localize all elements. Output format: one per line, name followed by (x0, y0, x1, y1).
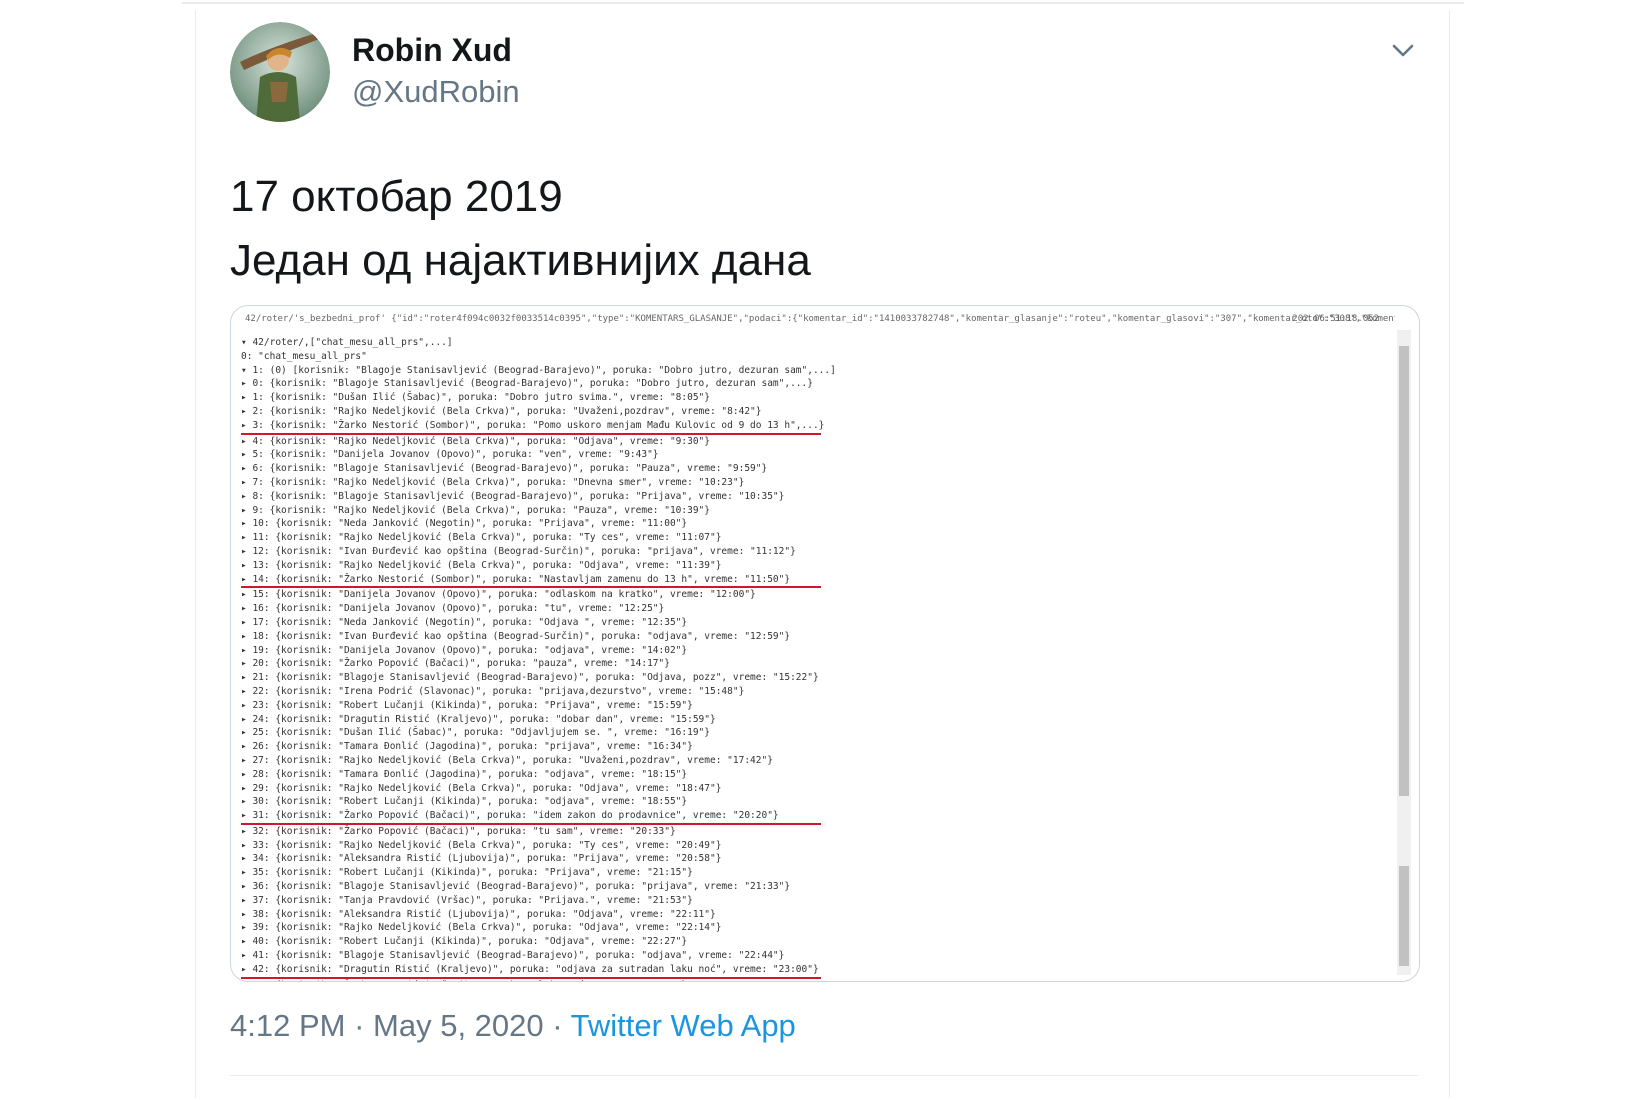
console-line: ▾ 1: (0) [korisnik: "Blagoje Stanisavlje… (241, 364, 836, 376)
console-line: ▸ 34: {korisnik: "Aleksandra Ristić (Lju… (241, 853, 722, 865)
console-line-highlighted: ▸ 31: {korisnik: "Žarko Popović (Bačaci)… (241, 809, 821, 825)
scrollbar-thumb[interactable] (1399, 346, 1409, 796)
console-line: ▸ 11: {korisnik: "Rajko Nedeljković (Bel… (241, 532, 722, 544)
console-line: ▸ 20: {korisnik: "Žarko Popović (Bačaci)… (241, 658, 670, 670)
tweet-time[interactable]: 4:12 PM (230, 1008, 345, 1043)
meta-separator-2: · (552, 1008, 563, 1043)
console-line: ▸ 22: {korisnik: "Irena Podrić (Slavonac… (241, 685, 745, 697)
console-line: ▸ 7: {korisnik: "Rajko Nedeljković (Bela… (241, 476, 745, 488)
tweet-text-line-1: 17 октобар 2019 (230, 172, 563, 221)
console-line: ▸ 23: {korisnik: "Robert Lučanji (Kikind… (241, 699, 693, 711)
console-line-highlighted: ▸ 14: {korisnik: "Žarko Nestorić (Sombor… (241, 573, 821, 589)
console-line: ▸ 17: {korisnik: "Neda Janković (Negotin… (241, 616, 688, 628)
console-top-bar: 42/roter/'s_bezbedni_prof' {"id":"roter4… (245, 314, 1395, 324)
console-line: ▸ 6: {korisnik: "Blagoje Stanisavljević … (241, 463, 768, 475)
console-line: ▸ 24: {korisnik: "Dragutin Ristić (Kralj… (241, 713, 716, 725)
console-line: ▸ 26: {korisnik: "Tamara Đonlić (Jagodin… (241, 741, 693, 753)
console-line: ▸ 41: {korisnik: "Blagoje Stanisavljević… (241, 950, 785, 962)
console-line: ▸ 12: {korisnik: "Ivan Đurđević kao opšt… (241, 545, 796, 557)
console-line: ▸ 18: {korisnik: "Ivan Đurđević kao opšt… (241, 630, 791, 642)
console-line: 0: "chat_mesu_all_prs" (241, 350, 367, 362)
bottom-divider (230, 1075, 1418, 1076)
tweet-source-link[interactable]: Twitter Web App (571, 1008, 796, 1043)
console-line: ▸ 39: {korisnik: "Rajko Nedeljković (Bel… (241, 922, 722, 934)
scrollbar-thumb-lower (1399, 866, 1409, 966)
console-log: ▾ 42/roter/,["chat_mesu_all_prs",...] 0:… (241, 336, 1391, 981)
console-line: ▸ 10: {korisnik: "Neda Janković (Negotin… (241, 518, 688, 530)
tweet-text-line-2: Један од најактивнијих дана (230, 236, 811, 285)
tweet-text: 17 октобар 2019 Један од најактивнијих д… (230, 165, 811, 293)
console-line: ▸ 37: {korisnik: "Tanja Pravdović (Vršac… (241, 894, 693, 906)
console-line: ▸ 38: {korisnik: "Aleksandra Ristić (Lju… (241, 908, 716, 920)
avatar-image (230, 22, 330, 122)
author-name[interactable]: Robin Xud (352, 32, 512, 69)
console-line: ▸ 33: {korisnik: "Rajko Nedeljković (Bel… (241, 839, 722, 851)
console-line-highlighted: ▸ 3: {korisnik: "Žarko Nestorić (Sombor)… (241, 419, 824, 435)
console-line: ▸ 0: {korisnik: "Blagoje Stanisavljević … (241, 378, 813, 390)
chevron-down-icon[interactable] (1387, 34, 1419, 66)
console-line: ▸ 9: {korisnik: "Rajko Nedeljković (Bela… (241, 504, 710, 516)
console-line: ▸ 32: {korisnik: "Žarko Popović (Bačaci)… (241, 825, 676, 837)
console-line: ▸ 40: {korisnik: "Robert Lučanji (Kikind… (241, 936, 688, 948)
console-line-highlighted: ▸ 42: {korisnik: "Dragutin Ristić (Kralj… (241, 963, 821, 979)
console-line: ▸ 21: {korisnik: "Blagoje Stanisavljević… (241, 672, 819, 684)
console-line: ▾ 42/roter/,["chat_mesu_all_prs",...] (241, 337, 453, 348)
top-divider (182, 2, 1464, 4)
console-line: ▸ 8: {korisnik: "Blagoje Stanisavljević … (241, 490, 785, 502)
console-line: ▸ 1: {korisnik: "Dušan Ilić (Šabac)", po… (241, 392, 710, 404)
meta-separator: · (354, 1008, 365, 1043)
console-line: ▸ 25: {korisnik: "Dušan Ilić (Šabac)", p… (241, 727, 710, 739)
console-line: ▸ 29: {korisnik: "Rajko Nedeljković (Bel… (241, 782, 722, 794)
console-line: ▸ 35: {korisnik: "Robert Lučanji (Kikind… (241, 867, 693, 879)
author-handle[interactable]: @XudRobin (352, 74, 520, 110)
console-line: ▸ 5: {korisnik: "Danijela Jovanov (Opovo… (241, 449, 659, 461)
author-avatar[interactable] (230, 22, 330, 122)
console-line: ▸ 2: {korisnik: "Rajko Nedeljković (Bela… (241, 405, 762, 417)
console-timestamp: 202 06:51:18.052 (1292, 314, 1379, 324)
console-line: ▸ 4: {korisnik: "Rajko Nedeljković (Bela… (241, 435, 710, 447)
console-line: ▸ 27: {korisnik: "Rajko Nedeljković (Bel… (241, 754, 773, 766)
tweet-media-screenshot[interactable]: 42/roter/'s_bezbedni_prof' {"id":"roter4… (230, 305, 1420, 982)
console-line: ▸ 15: {korisnik: "Danijela Jovanov (Opov… (241, 589, 756, 601)
console-line: ▸ 16: {korisnik: "Danijela Jovanov (Opov… (241, 603, 665, 615)
console-line: ▸ 19: {korisnik: "Danijela Jovanov (Opov… (241, 644, 688, 656)
tweet-date[interactable]: May 5, 2020 (373, 1008, 544, 1043)
console-line: ▸ 30: {korisnik: "Robert Lučanji (Kikind… (241, 796, 688, 808)
console-line: ▸ 43: {korisnik: "Žarko Popović (Bačaci)… (241, 979, 1391, 981)
console-line: ▸ 13: {korisnik: "Rajko Nedeljković (Bel… (241, 559, 722, 571)
console-line: ▸ 36: {korisnik: "Blagoje Stanisavljević… (241, 881, 791, 893)
tweet-meta: 4:12 PM · May 5, 2020 · Twitter Web App (230, 1008, 796, 1044)
console-line: ▸ 28: {korisnik: "Tamara Đonlić (Jagodin… (241, 768, 688, 780)
